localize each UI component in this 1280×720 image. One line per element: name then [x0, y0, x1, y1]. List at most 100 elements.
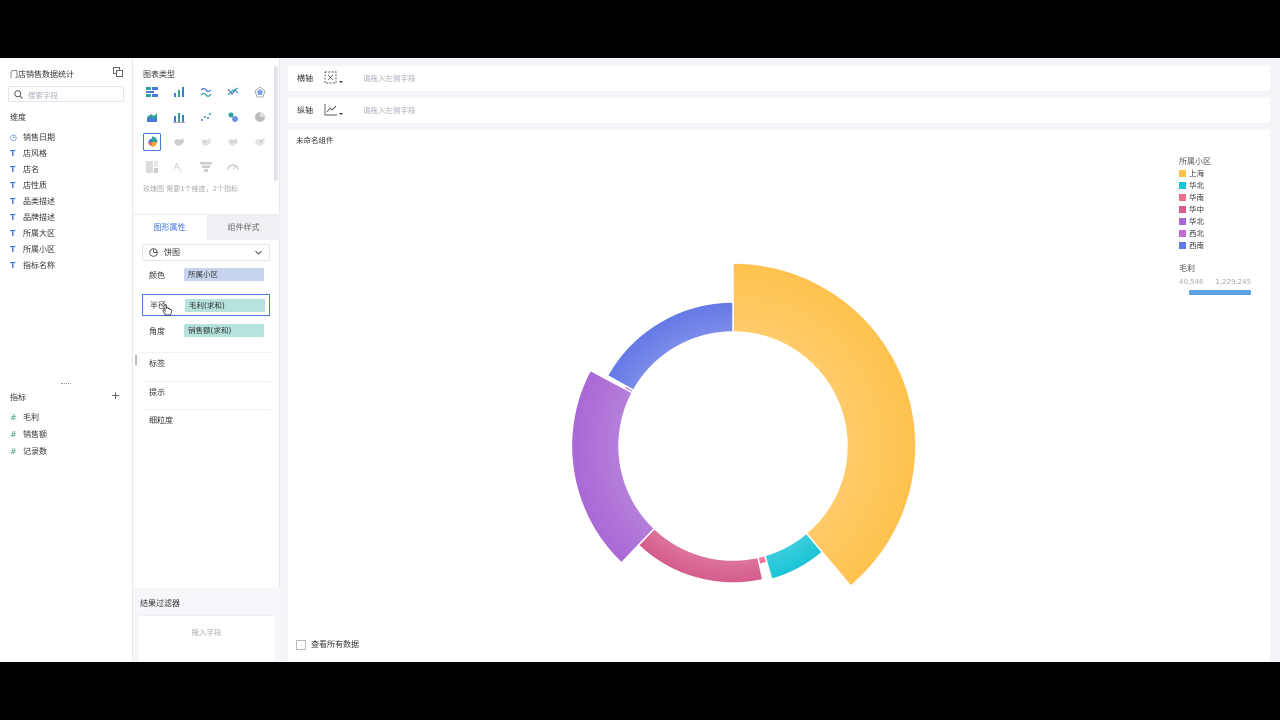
view-all-data-checkbox[interactable]: 查看所有数据: [296, 639, 359, 650]
dimension-field-item[interactable]: T 所属小区: [10, 242, 55, 256]
dimension-field-label: 所属大区: [23, 228, 55, 238]
rose-slice[interactable]: [570, 369, 656, 564]
tab-component-style[interactable]: 组件样式: [207, 215, 280, 240]
dimension-field-item[interactable]: T 店风格: [10, 146, 47, 160]
legend-swatch: [1179, 194, 1186, 201]
dimension-field-label: 店名: [23, 164, 39, 174]
dimension-field-item[interactable]: T 指标名称: [10, 258, 55, 272]
chart-style-select[interactable]: 饼图: [142, 244, 270, 261]
legend-item[interactable]: 华中: [1179, 204, 1204, 215]
rose-slice[interactable]: [637, 527, 764, 584]
dimension-field-label: 销售日期: [23, 132, 55, 142]
rose-slice[interactable]: [732, 262, 917, 588]
legend-item[interactable]: 华北: [1179, 180, 1204, 191]
number-field-icon: #: [10, 446, 17, 456]
text-field-icon: T: [10, 228, 16, 238]
chart-canvas: 未命名组件 所属小区 上海 华北 华南 华中 华北 西北 西南 毛利 40,546 1,22…: [288, 130, 1270, 662]
dimension-field-item[interactable]: T 品牌描述: [10, 210, 55, 224]
filter-placeholder: 拖入字段: [191, 628, 222, 637]
radius-field-pill[interactable]: 毛利(求和): [185, 299, 265, 312]
measure-field-item[interactable]: # 毛利: [10, 410, 39, 424]
add-measure-icon[interactable]: +: [111, 389, 120, 402]
legend-label: 上海: [1189, 169, 1204, 178]
vertical-axis-dropzone[interactable]: 纵轴 请拖入左侧字段: [288, 98, 1270, 123]
grouped-table-chart-icon[interactable]: [143, 83, 161, 101]
config-panel: 图表类型 Ab 玫瑰图 需要1个维度，2个指标 图形属性 组件样式 饼图 颜色 …: [133, 58, 280, 662]
dimension-field-item[interactable]: T 店名: [10, 162, 39, 176]
text-field-icon: T: [10, 180, 16, 190]
number-field-icon: #: [10, 412, 17, 422]
size-legend-min: 40,546: [1179, 278, 1204, 286]
legend-swatch: [1179, 218, 1186, 225]
switch-dataset-icon[interactable]: [113, 67, 123, 77]
text-field-icon: T: [10, 212, 16, 222]
tab-graphic-properties[interactable]: 图形属性: [133, 215, 206, 240]
detail-property-row[interactable]: 细粒度: [142, 409, 270, 431]
combo-line-chart-icon[interactable]: [224, 83, 242, 101]
pie-chart-icon[interactable]: [251, 108, 269, 126]
horizontal-axis-dropzone[interactable]: 横轴 请拖入左侧字段: [288, 66, 1270, 91]
heat-map-icon[interactable]: [251, 133, 269, 151]
result-filter-dropzone[interactable]: 拖入字段: [139, 615, 274, 662]
legend-item[interactable]: 华北: [1179, 216, 1204, 227]
dimension-field-label: 店风格: [23, 148, 47, 158]
legend-item[interactable]: 华南: [1179, 192, 1204, 203]
funnel-chart-icon[interactable]: [197, 158, 215, 176]
legend-item[interactable]: 西北: [1179, 228, 1204, 239]
flow-map-icon[interactable]: [224, 133, 242, 151]
legend-label: 西北: [1189, 229, 1204, 238]
color-legend-title: 所属小区: [1179, 157, 1211, 166]
legend-label: 华中: [1189, 205, 1204, 214]
dimension-field-item[interactable]: T 品类描述: [10, 194, 55, 208]
dimension-field-item[interactable]: ◷ 销售日期: [10, 130, 55, 144]
color-field-pill[interactable]: 所属小区: [184, 268, 264, 281]
point-map-icon[interactable]: [197, 133, 215, 151]
column-chart-icon[interactable]: [170, 83, 188, 101]
tooltip-property-row[interactable]: 提示: [142, 381, 270, 403]
axis-settings-icon[interactable]: [324, 71, 344, 85]
measure-field-item[interactable]: # 销售额: [10, 427, 47, 441]
angle-label: 角度: [149, 326, 165, 336]
panel-collapse-handle[interactable]: [135, 355, 137, 365]
dimension-field-item[interactable]: T 所属大区: [10, 226, 55, 240]
line-chart-icon[interactable]: [197, 83, 215, 101]
area-chart-icon[interactable]: [143, 108, 161, 126]
dimension-field-label: 店性质: [23, 180, 47, 190]
radar-chart-icon[interactable]: [251, 83, 269, 101]
detail-label: 细粒度: [149, 416, 173, 425]
fields-panel: 门店销售数据统计 搜索字段 维度 ◷ 销售日期 T 店风格 T 店名 T 店性质 T 品类描述 T 品…: [0, 58, 133, 662]
axis-chart-icon[interactable]: [324, 103, 344, 117]
rose-donut-chart[interactable]: [288, 130, 1270, 662]
gauge-chart-icon[interactable]: [224, 158, 242, 176]
rose-slice[interactable]: [606, 301, 734, 392]
dimension-field-item[interactable]: T 店性质: [10, 178, 47, 192]
label-property-row[interactable]: 标签: [142, 352, 270, 374]
size-legend-title: 毛利: [1179, 264, 1195, 273]
legend-item[interactable]: 西南: [1179, 240, 1204, 251]
rose-chart-icon[interactable]: [143, 133, 161, 151]
legend-label: 华北: [1189, 217, 1204, 226]
map-chart-icon[interactable]: [170, 133, 188, 151]
measure-field-item[interactable]: # 记录数: [10, 444, 47, 458]
text-field-icon: T: [10, 164, 16, 174]
angle-property-row: 角度 销售额(求和): [142, 320, 270, 342]
svg-text:b: b: [179, 168, 182, 173]
bubble-chart-icon[interactable]: [224, 108, 242, 126]
legend-item[interactable]: 上海: [1179, 168, 1204, 179]
chart-style-value: 饼图: [164, 248, 180, 257]
word-cloud-icon[interactable]: Ab: [170, 158, 188, 176]
chart-type-scrollbar[interactable]: [274, 66, 278, 181]
panel-split-handle[interactable]: [61, 383, 71, 385]
stacked-column-icon[interactable]: [170, 108, 188, 126]
angle-field-pill[interactable]: 销售额(求和): [184, 324, 264, 337]
legend-label: 华南: [1189, 193, 1204, 202]
vertical-axis-label: 纵轴: [297, 106, 313, 115]
text-field-icon: T: [10, 196, 16, 206]
treemap-chart-icon[interactable]: [143, 158, 161, 176]
legend-swatch: [1179, 182, 1186, 189]
scatter-chart-icon[interactable]: [197, 108, 215, 126]
checkbox-box[interactable]: [296, 639, 306, 650]
measure-field-label: 销售额: [23, 429, 47, 439]
field-search-input[interactable]: 搜索字段: [8, 86, 124, 102]
legend-swatch: [1179, 230, 1186, 237]
